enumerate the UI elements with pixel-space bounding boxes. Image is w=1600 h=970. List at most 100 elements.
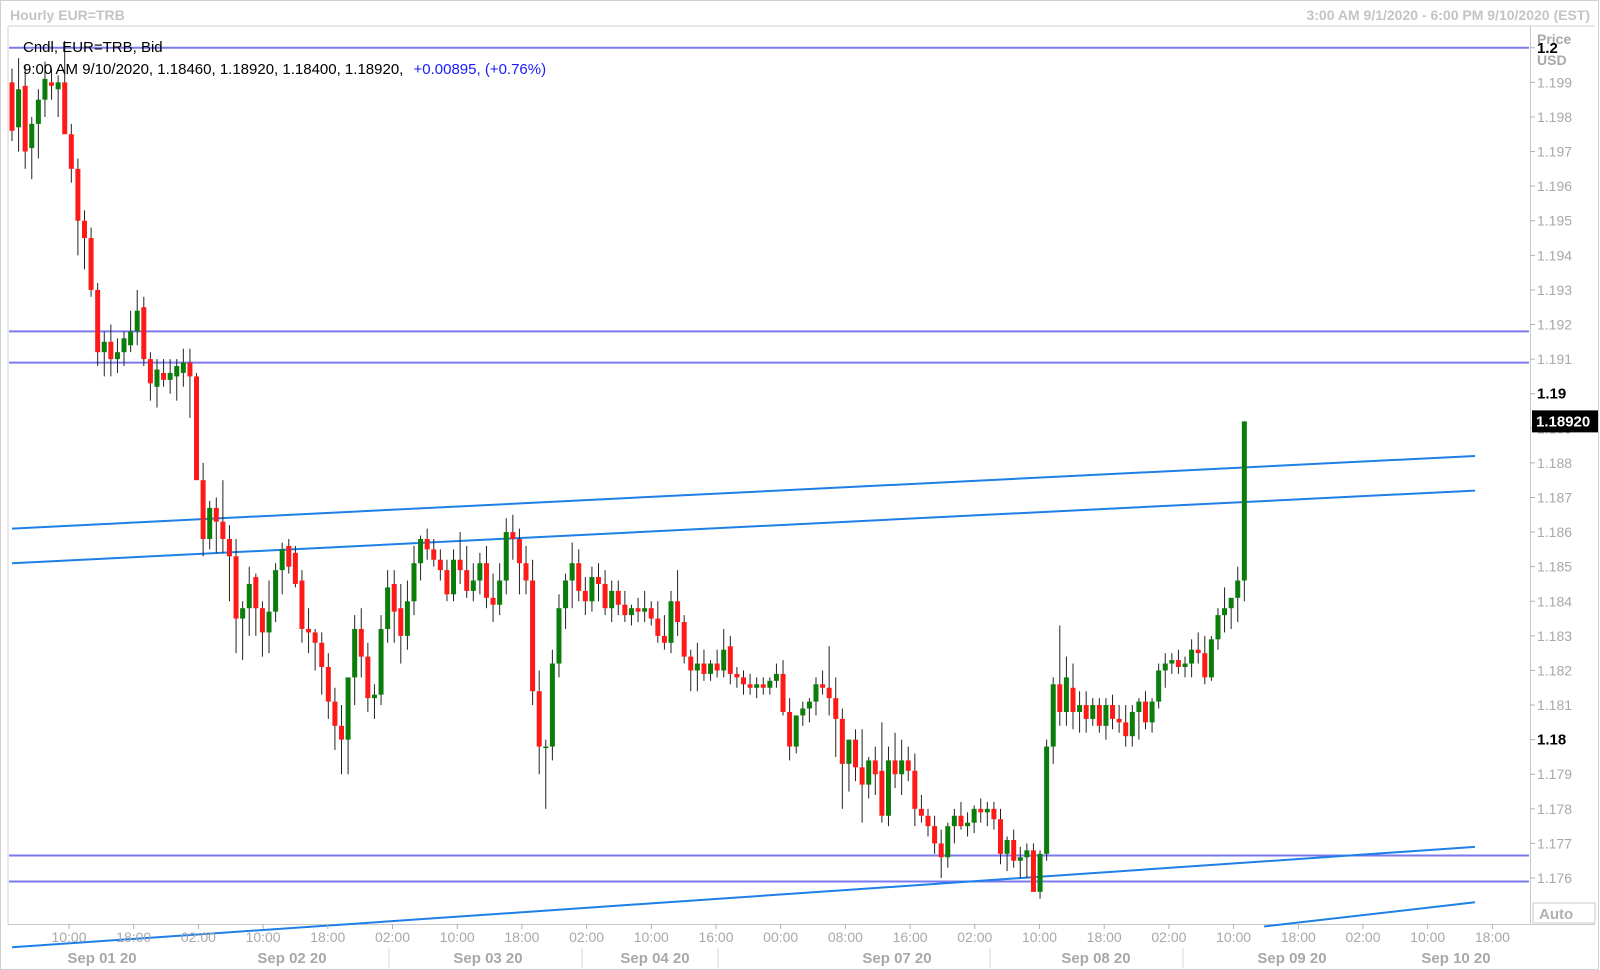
candle-body (1090, 705, 1096, 719)
time-tick-label: 02:00 (181, 929, 216, 945)
time-tick-label: 00:00 (763, 929, 798, 945)
candle-body (464, 570, 470, 591)
candle (1030, 843, 1036, 892)
time-tick-label: 02:00 (1151, 929, 1186, 945)
time-tick-label: 10:00 (1022, 929, 1057, 945)
candle-body (1215, 615, 1221, 640)
date-range: 3:00 AM 9/1/2020 - 6:00 PM 9/10/2020 (ES… (1306, 7, 1590, 23)
candle (549, 649, 555, 761)
candle-body (688, 656, 694, 671)
candle-body (1162, 663, 1168, 671)
candle-body (286, 545, 292, 567)
candle-body (483, 563, 489, 598)
candle-body (1175, 660, 1181, 667)
candle-body (1044, 746, 1050, 854)
candle-body (134, 310, 140, 332)
candle-body (826, 687, 832, 699)
time-tick-label: 02:00 (375, 929, 410, 945)
candle-body (299, 580, 305, 629)
candle (1208, 635, 1214, 681)
time-tick-label: 10:00 (440, 929, 475, 945)
legend-change: +0.00895, (+0.76%) (414, 61, 547, 78)
candle (194, 372, 200, 481)
time-tick-label: 16:00 (893, 929, 928, 945)
candle-body (589, 577, 595, 602)
candle-body (833, 698, 839, 719)
price-tick-label: 1.178 (1537, 801, 1572, 817)
candle-body (1017, 857, 1023, 861)
price-chart[interactable]: Hourly EUR=TRB 3:00 AM 9/1/2020 - 6:00 P… (0, 0, 1600, 970)
candle-body (259, 608, 265, 633)
candle-body (708, 663, 714, 674)
candle-body (602, 583, 608, 609)
candle-body (1222, 608, 1228, 616)
time-tick-label: 10:00 (634, 929, 669, 945)
candle-body (543, 746, 549, 749)
candle-body (490, 597, 496, 605)
chart-frame (0, 0, 1599, 970)
candle-body (912, 770, 918, 809)
candle-body (9, 82, 15, 131)
price-tick-label: 1.176 (1537, 870, 1572, 886)
price-tick-label: 1.195 (1537, 213, 1572, 229)
candle-body (971, 808, 977, 823)
price-tick-label: 1.197 (1537, 144, 1572, 160)
candle-body (1057, 684, 1063, 712)
candle-body (609, 590, 615, 609)
candle-body (88, 238, 94, 290)
time-tick-label: 10:00 (1216, 929, 1251, 945)
candle-body (675, 601, 681, 623)
candle-body (68, 134, 74, 169)
candle-body (16, 89, 22, 128)
price-tick-label: 1.19 (1537, 386, 1566, 403)
candle-body (635, 608, 641, 612)
price-tick-label: 1.192 (1537, 317, 1572, 333)
candle-body (905, 760, 911, 771)
auto-scale-button[interactable]: Auto (1532, 902, 1596, 924)
candle-body (727, 646, 733, 674)
time-tick-label: 10:00 (51, 929, 86, 945)
candle-body (958, 815, 964, 827)
candle-body (398, 608, 404, 636)
candle-body (246, 583, 252, 609)
candle-body (1136, 701, 1142, 712)
candle-body (161, 372, 167, 380)
candle-body (596, 577, 602, 584)
price-tick-label: 1.183 (1537, 628, 1572, 644)
candle-body (754, 684, 760, 688)
candle-body (174, 366, 180, 377)
candle-body (780, 673, 786, 712)
candle (1241, 421, 1247, 602)
candle-body (661, 635, 667, 643)
candle-body (404, 601, 410, 636)
price-tick-label: 1.181 (1537, 697, 1572, 713)
candle-body (885, 760, 891, 816)
candle-body (207, 507, 213, 539)
candle-body (437, 559, 443, 571)
candle-body (497, 580, 503, 605)
candle-body (1116, 718, 1122, 723)
candle-body (899, 760, 905, 775)
candle-body (233, 556, 239, 619)
candle-body (938, 843, 944, 858)
candle-body (55, 82, 61, 90)
last-price-badge-label: 1.18920 (1536, 413, 1590, 430)
candle-body (1037, 853, 1043, 892)
candle-body (1182, 663, 1188, 667)
day-label: Sep 02 20 (257, 950, 326, 967)
candle-body (220, 521, 226, 539)
candle-body (306, 628, 312, 633)
candle-body (167, 372, 173, 380)
price-tick-label: 1.198 (1537, 109, 1572, 125)
price-tick-label: 1.188 (1537, 455, 1572, 471)
candle-body (642, 608, 648, 612)
candle-body (332, 701, 338, 726)
candle-body (240, 608, 246, 619)
candle-body (681, 622, 687, 657)
candle-body (1202, 653, 1208, 678)
day-label: Sep 10 20 (1421, 950, 1490, 967)
price-tick-label: 1.186 (1537, 524, 1572, 540)
time-tick-label: 10:00 (246, 929, 281, 945)
candle-body (536, 691, 542, 747)
legend-last-candle: 9:00 AM 9/10/2020, 1.18460, 1.18920, 1.1… (23, 61, 546, 78)
